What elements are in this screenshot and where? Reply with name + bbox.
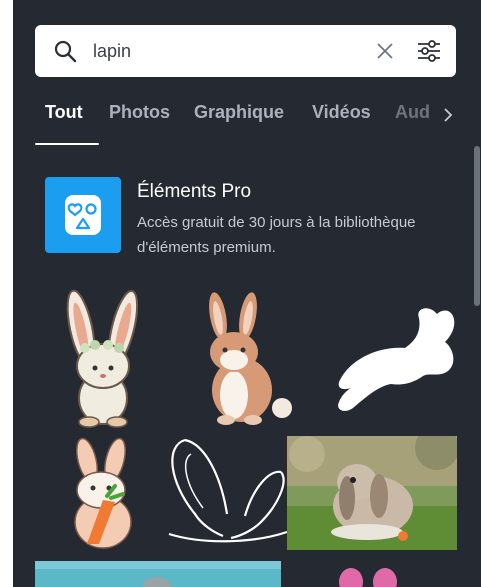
sliders-icon[interactable] bbox=[416, 39, 442, 63]
result-teal-photo[interactable] bbox=[35, 561, 281, 587]
pro-title: Éléments Pro bbox=[137, 181, 252, 202]
search-icon bbox=[54, 40, 77, 63]
pro-description: Accès gratuit de 30 jours à la bibliothè… bbox=[137, 214, 416, 256]
scrollbar[interactable] bbox=[474, 146, 480, 306]
chevron-right-icon[interactable] bbox=[442, 107, 454, 123]
result-brown-bunny[interactable] bbox=[198, 290, 298, 426]
tab-videos[interactable]: Vidéos bbox=[312, 102, 371, 123]
elements-panel: Tout Photos Graphique Vidéos Aud Élément… bbox=[13, 0, 481, 587]
active-tab-indicator bbox=[35, 143, 99, 145]
result-bunny-flower-crown[interactable] bbox=[53, 288, 153, 428]
search-bar[interactable] bbox=[35, 25, 456, 77]
search-input[interactable] bbox=[93, 38, 353, 64]
pro-elements-icon bbox=[45, 177, 121, 253]
tab-tout[interactable]: Tout bbox=[45, 102, 83, 123]
result-rabbit-photo[interactable] bbox=[287, 436, 457, 550]
tab-audio[interactable]: Aud bbox=[395, 102, 430, 123]
category-tabs: Tout Photos Graphique Vidéos Aud bbox=[35, 102, 465, 146]
result-jumping-rabbit-silhouette[interactable] bbox=[325, 300, 465, 416]
result-pink-bunny-ears[interactable] bbox=[313, 562, 423, 587]
result-bunny-with-carrot[interactable] bbox=[59, 436, 149, 550]
tab-photos[interactable]: Photos bbox=[109, 102, 170, 123]
tab-graphique[interactable]: Graphique bbox=[194, 102, 284, 123]
close-icon[interactable] bbox=[376, 42, 394, 60]
result-bunny-ears-outline[interactable] bbox=[161, 436, 293, 550]
